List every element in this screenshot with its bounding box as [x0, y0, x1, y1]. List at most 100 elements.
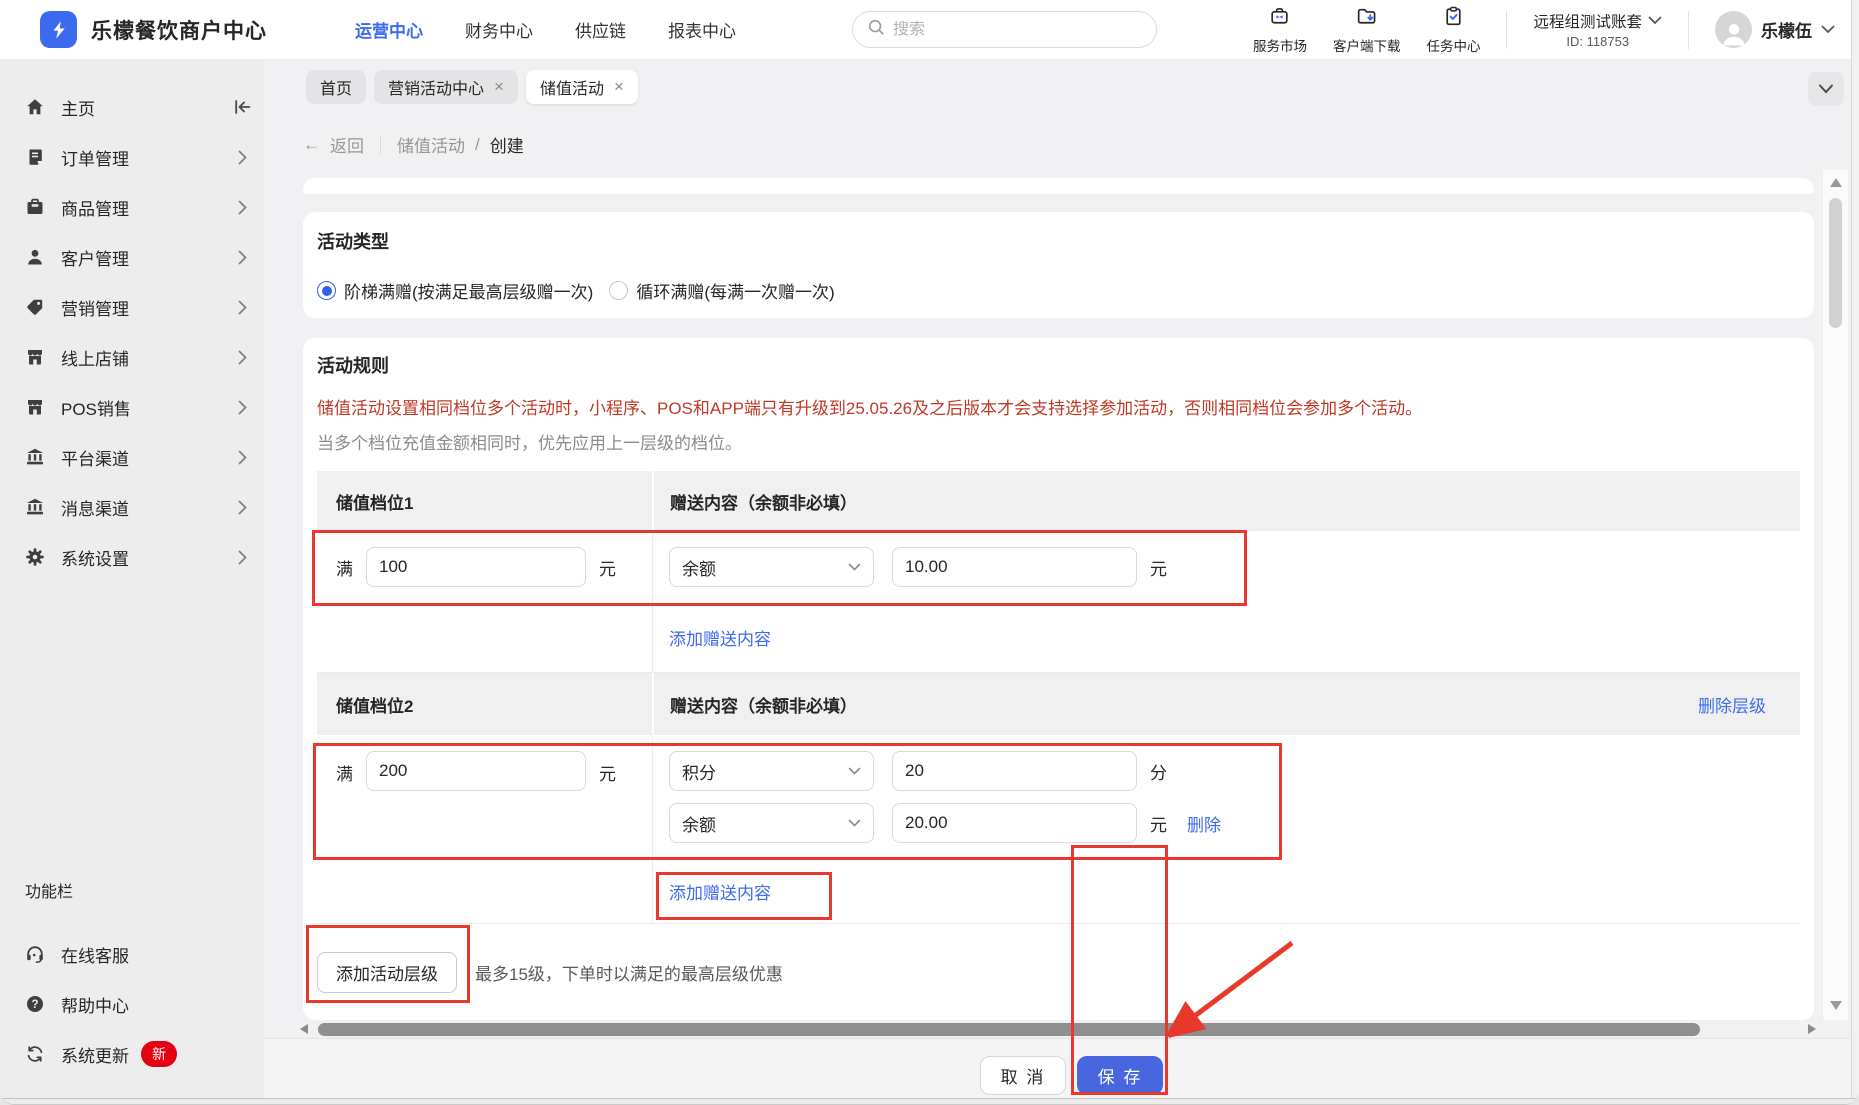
- radio-cyclic-gift[interactable]: 循环满赠(每满一次赠一次): [609, 278, 835, 303]
- activity-type-card: 活动类型 阶梯满赠(按满足最高层级赠一次) 循环满赠(每满一次赠一次): [303, 212, 1814, 318]
- tier2-header-row: 储值档位2 赠送内容（余额非必填） 删除层级: [317, 673, 1800, 735]
- tier2-body-row: 满 元 积分: [317, 735, 1800, 859]
- add-tier-button[interactable]: 添加活动层级: [317, 952, 457, 993]
- window-scrollbar-gutter[interactable]: [1851, 0, 1859, 1104]
- tier2-gift2-type-select[interactable]: 余额: [669, 803, 874, 843]
- back-link[interactable]: 返回: [330, 132, 364, 157]
- service-market-link[interactable]: 服务市场: [1253, 5, 1307, 55]
- sidebar-item-home[interactable]: 主页: [0, 82, 264, 132]
- tier1-gift-type-select[interactable]: 余额: [669, 547, 874, 587]
- back-arrow-icon[interactable]: ←: [303, 135, 320, 155]
- sidebar: 主页 订单管理 商品管理 客户管理 营销管理 线上店铺 POS销售 平台渠道 消…: [0, 60, 264, 1104]
- task-center-link[interactable]: 任务中心: [1426, 5, 1480, 55]
- sidebar-item-platform-channels[interactable]: 平台渠道: [0, 432, 264, 482]
- tag-icon: [25, 297, 45, 317]
- box-icon: [25, 197, 45, 217]
- gift-unit-label: 元: [1150, 815, 1167, 835]
- scroll-right-arrow-icon[interactable]: [1808, 1024, 1816, 1034]
- search-input[interactable]: [893, 20, 1123, 39]
- tier2-gift1-line: 积分 分: [669, 751, 1221, 791]
- chevron-right-icon: [232, 200, 252, 215]
- tier1-amount-input[interactable]: [366, 547, 586, 587]
- storefront-icon: [25, 397, 45, 417]
- version-warning-text: 储值活动设置相同档位多个活动时，小程序、POS和APP端只有升级到25.05.2…: [317, 399, 1423, 418]
- sidebar-item-help-center[interactable]: ? 帮助中心: [0, 979, 264, 1029]
- tier2-gift1-value-input[interactable]: [892, 751, 1137, 791]
- cancel-button[interactable]: 取 消: [980, 1056, 1066, 1095]
- scrolled-card-edge: [303, 178, 1814, 194]
- home-icon: [25, 97, 45, 117]
- service-market-label: 服务市场: [1252, 38, 1307, 54]
- sidebar-item-system-update[interactable]: 系统更新 新: [0, 1029, 264, 1079]
- tier2-gift2-value-input[interactable]: [892, 803, 1137, 843]
- sidebar-item-pos-sales[interactable]: POS销售: [0, 382, 264, 432]
- activity-rules-title: 活动规则: [317, 356, 389, 376]
- search-icon: [867, 18, 885, 41]
- radio-selected-icon[interactable]: [317, 281, 336, 300]
- global-search[interactable]: [852, 11, 1157, 48]
- account-switcher[interactable]: 远程组测试账套 ID: 118753: [1533, 10, 1662, 49]
- chevron-down-icon: [848, 819, 861, 827]
- horizontal-scrollbar-thumb[interactable]: [318, 1023, 1700, 1036]
- sidebar-item-online-store[interactable]: 线上店铺: [0, 332, 264, 382]
- chevron-right-icon: [232, 250, 252, 265]
- tab-marketing-center[interactable]: 营销活动中心 ×: [374, 70, 518, 104]
- activity-rules-card: 活动规则 储值活动设置相同档位多个活动时，小程序、POS和APP端只有升级到25…: [303, 338, 1814, 1020]
- storefront-icon: [25, 347, 45, 367]
- scroll-down-arrow-icon[interactable]: [1830, 1001, 1842, 1010]
- tier-priority-note: 当多个档位充值金额相同时，优先应用上一层级的档位。: [317, 434, 742, 453]
- tier2-add-gift-link[interactable]: 添加赠送内容: [669, 879, 771, 904]
- sidebar-item-online-support[interactable]: 在线客服: [0, 929, 264, 979]
- nav-reports[interactable]: 报表中心: [668, 17, 736, 42]
- client-download-link[interactable]: 客户端下载: [1333, 5, 1400, 55]
- scroll-left-arrow-icon[interactable]: [300, 1024, 308, 1034]
- sidebar-item-customers[interactable]: 客户管理: [0, 232, 264, 282]
- header-divider: [1506, 10, 1508, 49]
- tier1-add-gift-row: 添加赠送内容: [317, 603, 1800, 673]
- gift-unit-label: 分: [1150, 763, 1167, 783]
- horizontal-scrollbar[interactable]: [296, 1020, 1822, 1038]
- tab-bar: 首页 营销活动中心 × 储值活动 ×: [306, 70, 638, 104]
- chevron-right-icon: [232, 300, 252, 315]
- tier1-name: 储值档位1: [336, 493, 414, 513]
- sidebar-item-message-channels[interactable]: 消息渠道: [0, 482, 264, 532]
- tier2-gift2-line: 余额 元 删除: [669, 803, 1221, 843]
- sidebar-item-orders[interactable]: 订单管理: [0, 132, 264, 182]
- user-name: 乐檬伍: [1761, 22, 1812, 41]
- radio-unselected-icon[interactable]: [609, 281, 629, 300]
- sidebar-item-products[interactable]: 商品管理: [0, 182, 264, 232]
- tab-stored-value-activity[interactable]: 储值活动 ×: [525, 70, 638, 104]
- vertical-scrollbar-thumb[interactable]: [1829, 198, 1842, 328]
- sidebar-item-settings[interactable]: 系统设置: [0, 532, 264, 582]
- breadcrumb-parent[interactable]: 储值活动: [397, 132, 465, 157]
- save-button[interactable]: 保 存: [1077, 1056, 1163, 1095]
- vertical-scrollbar[interactable]: [1822, 170, 1848, 1020]
- chevron-down-icon: [1648, 12, 1662, 30]
- nav-operations[interactable]: 运营中心: [355, 17, 423, 42]
- tier1-body-row: 满 元 余额 元: [317, 531, 1800, 603]
- radio-tiered-gift[interactable]: 阶梯满赠(按满足最高层级赠一次): [317, 278, 593, 303]
- breadcrumb-divider: [380, 135, 381, 154]
- nav-supply-chain[interactable]: 供应链: [575, 17, 626, 42]
- close-icon[interactable]: ×: [494, 77, 504, 97]
- task-center-label: 任务中心: [1426, 38, 1481, 54]
- sidebar-item-marketing[interactable]: 营销管理: [0, 282, 264, 332]
- nav-finance[interactable]: 财务中心: [465, 17, 533, 42]
- remove-gift-link[interactable]: 删除: [1187, 811, 1221, 836]
- gift-column-header: 赠送内容（余额非必填）: [670, 696, 857, 716]
- tier2-amount-input[interactable]: [366, 751, 586, 791]
- tab-list-dropdown-button[interactable]: [1808, 72, 1844, 106]
- tier2-gift1-type-select[interactable]: 积分: [669, 751, 874, 791]
- tier1-gift-value-input[interactable]: [892, 547, 1137, 587]
- tab-home[interactable]: 首页: [306, 70, 367, 104]
- delete-tier-link[interactable]: 删除层级: [1698, 692, 1766, 717]
- window-bottom-edge: [0, 1098, 1859, 1104]
- tier1-add-gift-link[interactable]: 添加赠送内容: [669, 625, 771, 650]
- sidebar-collapse-icon[interactable]: [232, 99, 252, 115]
- user-menu[interactable]: 乐檬伍: [1715, 11, 1835, 48]
- close-icon[interactable]: ×: [614, 77, 624, 97]
- scroll-up-arrow-icon[interactable]: [1830, 178, 1842, 187]
- currency-unit-label: 元: [599, 559, 616, 579]
- header-right-cluster: 服务市场 客户端下载 任务中心 远程组测试账套 ID: 118753 乐檬伍: [1253, 5, 1835, 55]
- account-id: ID: 118753: [1566, 34, 1630, 49]
